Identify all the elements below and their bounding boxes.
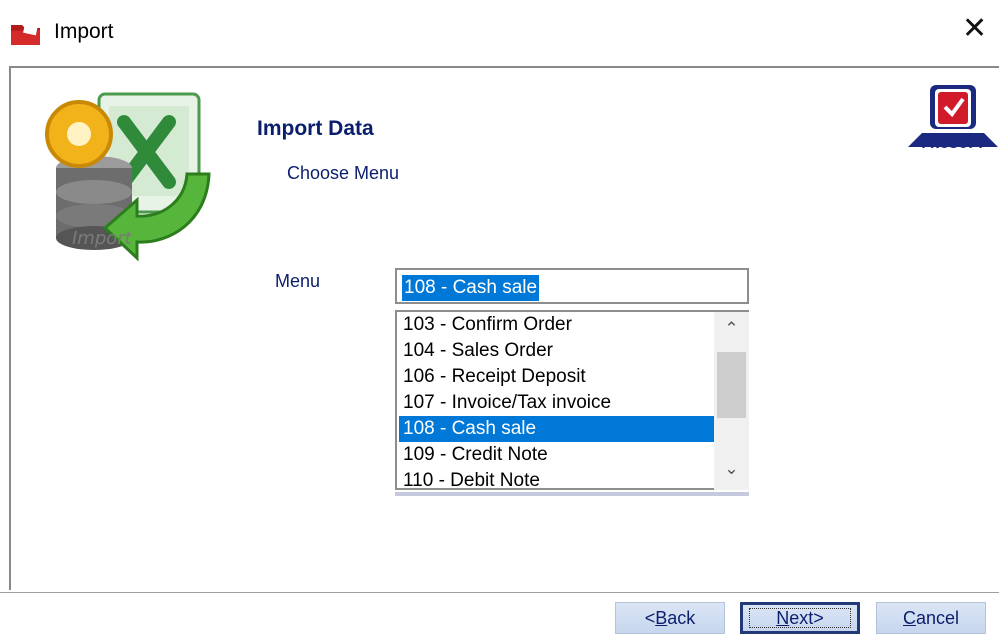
listbox-bottom-edge (395, 492, 749, 496)
window-title: Import (54, 20, 114, 43)
cancel-button-label: ancel (915, 608, 960, 628)
next-button[interactable]: Next> (740, 602, 860, 634)
list-item[interactable]: 110 - Debit Note (399, 468, 715, 488)
menu-listbox[interactable]: 103 - Confirm Order 104 - Sales Order 10… (395, 310, 749, 490)
back-button-label: ack (667, 608, 696, 628)
list-item[interactable]: 109 - Credit Note (399, 442, 715, 468)
close-icon[interactable]: ✕ (962, 14, 987, 44)
cancel-button-mnemonic: C (902, 608, 916, 628)
wizard-panel: Import PROSOFT Import Data Choose Menu M… (9, 66, 999, 590)
title-bar: Import ✕ (0, 0, 999, 64)
list-item[interactable]: 106 - Receipt Deposit (399, 364, 715, 390)
footer-divider (0, 592, 999, 593)
page-subtitle: Choose Menu (287, 163, 400, 183)
cancel-button[interactable]: Cancel (876, 602, 986, 634)
red-folder-icon (11, 22, 40, 45)
back-button-prefix: < (644, 608, 656, 628)
list-item[interactable]: 103 - Confirm Order (399, 312, 715, 338)
back-button[interactable]: <Back (615, 602, 725, 634)
prosoft-logo-text: PROSOFT (921, 137, 985, 151)
import-caption: Import (72, 228, 132, 249)
focus-rect (749, 608, 851, 628)
chevron-up-icon[interactable]: ⌃ (714, 312, 749, 346)
list-item[interactable]: 107 - Invoice/Tax invoice (399, 390, 715, 416)
list-item[interactable]: 104 - Sales Order (399, 338, 715, 364)
list-item-selected[interactable]: 108 - Cash sale (399, 416, 715, 442)
menu-combo-value[interactable]: 108 - Cash sale (402, 275, 540, 301)
page-title: Import Data (257, 117, 374, 140)
chevron-down-icon[interactable]: ⌄ (714, 452, 749, 486)
prosoft-logo-icon (908, 85, 998, 147)
listbox-scrollbar[interactable]: ⌃ ⌄ (714, 312, 749, 490)
menu-combo-input[interactable]: 108 - Cash sale (395, 268, 749, 304)
scrollbar-thumb[interactable] (717, 352, 746, 418)
back-button-mnemonic: B (655, 608, 668, 628)
menu-label: Menu (275, 271, 321, 291)
